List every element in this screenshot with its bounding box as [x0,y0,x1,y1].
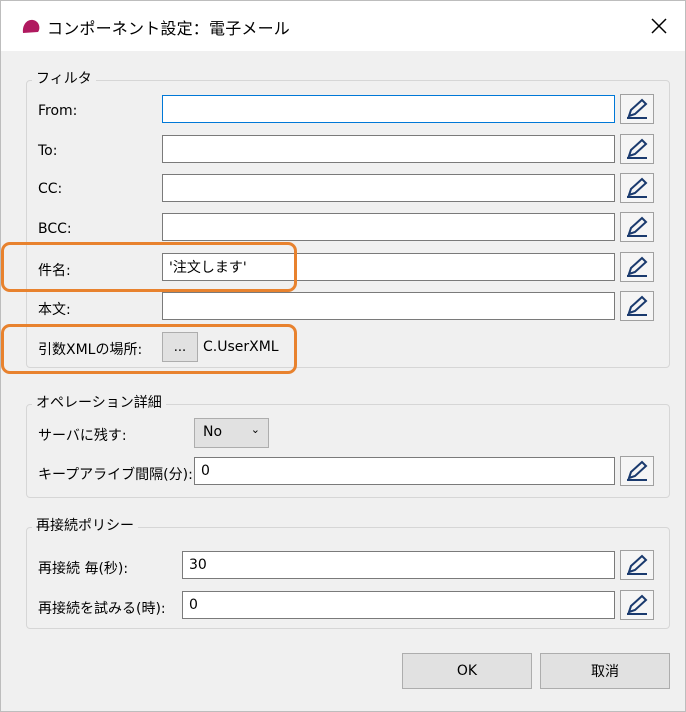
reconnect-every-edit-button[interactable] [620,550,654,580]
subject-highlight [1,242,297,292]
keepalive-label: キープアライブ間隔(分): [38,467,193,483]
operation-group-title: オペレーション詳細 [32,392,166,412]
from-edit-button[interactable] [620,94,654,124]
app-logo-icon [22,19,40,33]
xml-location-highlight [1,324,297,374]
cancel-button[interactable]: 取消 [540,653,670,689]
pencil-icon [627,216,648,237]
cc-input[interactable] [162,174,615,202]
pencil-icon [627,460,648,481]
dialog-window: コンポーネント設定：電子メール フィルタ From: To: CC: BCC: … [0,0,686,712]
ok-button[interactable]: OK [402,653,532,689]
title-bar: コンポーネント設定：電子メール [1,1,685,51]
reconnect-try-label: 再接続を試みる(時): [38,601,166,617]
leave-on-server-value: No [203,424,223,440]
from-input[interactable] [162,95,615,123]
chevron-down-icon: ⌄ [250,423,260,436]
to-input[interactable] [162,135,615,163]
reconnect-every-label: 再接続 毎(秒): [38,561,129,577]
pencil-icon [627,256,648,277]
cc-label: CC: [38,181,63,197]
keepalive-input[interactable] [194,457,615,485]
reconnect-try-edit-button[interactable] [620,590,654,620]
leave-on-server-select[interactable]: No ⌄ [194,418,269,448]
close-icon [651,18,667,34]
reconnect-every-input[interactable] [182,551,615,579]
subject-edit-button[interactable] [620,252,654,282]
leave-on-server-label: サーバに残す: [38,428,127,444]
filter-group-title: フィルタ [32,68,96,88]
bcc-edit-button[interactable] [620,212,654,242]
window-title: コンポーネント設定：電子メール [47,19,291,38]
pencil-icon [627,177,648,198]
reconnect-try-input[interactable] [182,591,615,619]
pencil-icon [627,138,648,159]
from-label: From: [38,103,78,119]
pencil-icon [627,554,648,575]
keepalive-edit-button[interactable] [620,456,654,486]
pencil-icon [627,98,648,119]
body-edit-button[interactable] [620,291,654,321]
body-input[interactable] [162,292,615,320]
cc-edit-button[interactable] [620,173,654,203]
bcc-input[interactable] [162,213,615,241]
to-label: To: [38,143,58,159]
close-button[interactable] [641,9,677,43]
pencil-icon [627,594,648,615]
to-edit-button[interactable] [620,134,654,164]
pencil-icon [627,295,648,316]
bcc-label: BCC: [38,221,72,237]
reconnect-group-title: 再接続ポリシー [32,515,138,535]
body-label: 本文: [38,302,71,318]
